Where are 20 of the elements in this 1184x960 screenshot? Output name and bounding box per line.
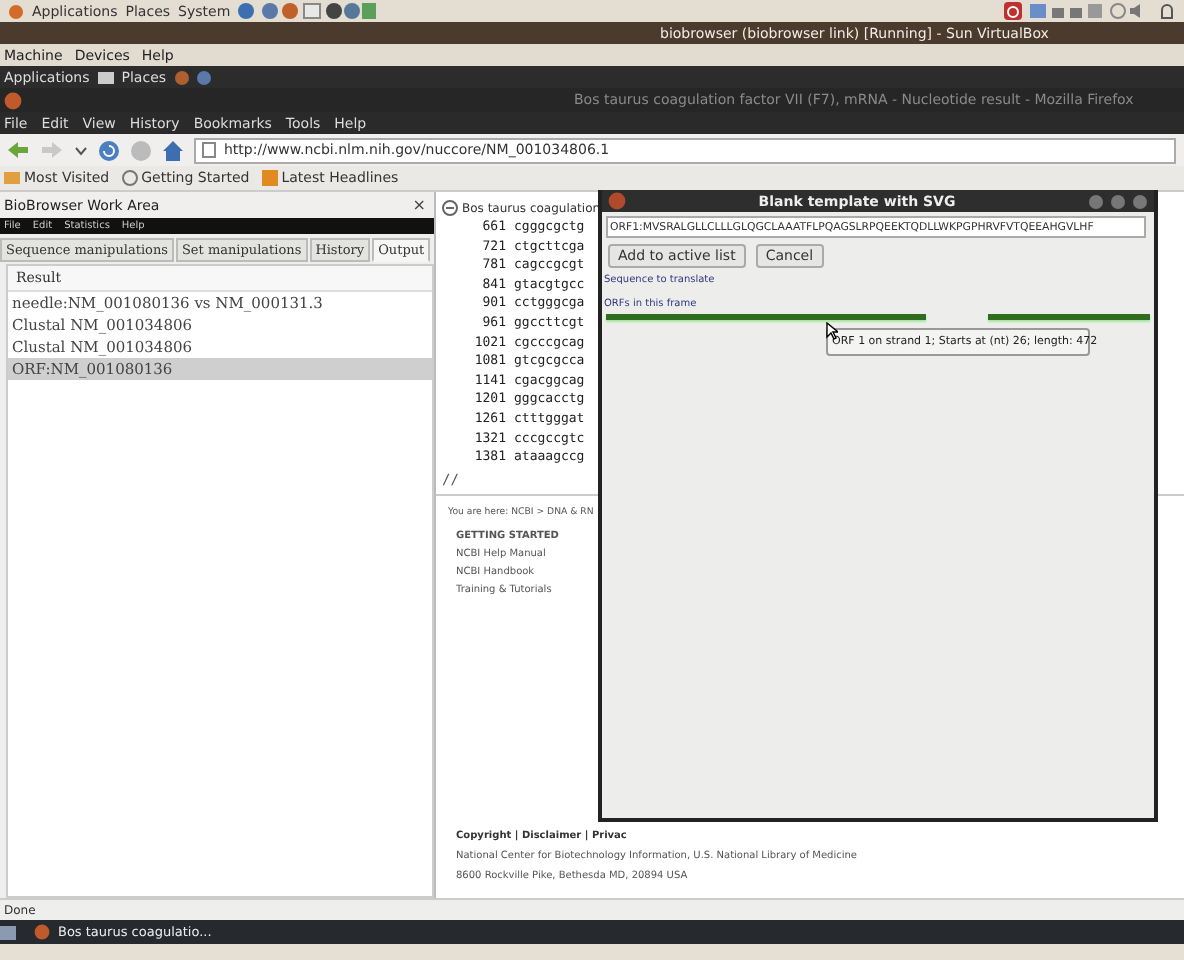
- window-controls-drawing: [1088, 193, 1148, 209]
- launcher-icons-drawing: [238, 2, 379, 20]
- orf-bar[interactable]: [606, 314, 926, 320]
- folder-icon: [4, 170, 20, 186]
- app-logo-icon: [608, 192, 626, 210]
- close-button[interactable]: ×: [412, 196, 426, 214]
- launcher-icons-drawing: [174, 69, 215, 85]
- forward-arrow-icon: [40, 140, 64, 160]
- back-arrow-icon: [6, 140, 30, 160]
- reload-icon: [98, 139, 120, 161]
- show-desktop-icon: [0, 925, 16, 939]
- stop-icon: [130, 139, 152, 161]
- collapse-icon: [442, 200, 458, 216]
- firefox-logo-icon: [34, 924, 50, 940]
- firefox-logo-icon: [4, 91, 22, 109]
- folder-icon: [97, 70, 114, 84]
- feed-icon: [261, 170, 278, 186]
- orf-bar[interactable]: [988, 314, 1150, 320]
- home-icon: [162, 139, 184, 161]
- power-icon: [1004, 2, 1022, 20]
